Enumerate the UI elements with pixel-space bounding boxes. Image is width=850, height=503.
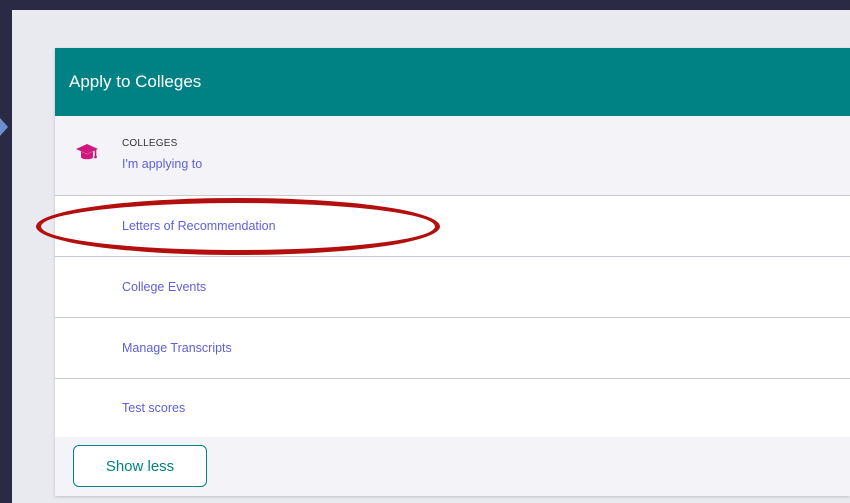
expand-arrow-icon[interactable]	[0, 118, 8, 136]
colleges-label: COLLEGES	[122, 138, 178, 149]
test-scores-link[interactable]: Test scores	[122, 401, 185, 415]
college-events-link[interactable]: College Events	[122, 280, 206, 294]
manage-transcripts-link[interactable]: Manage Transcripts	[122, 341, 232, 355]
card-footer: Show less	[55, 437, 850, 495]
graduation-cap-icon	[76, 144, 98, 160]
colleges-row: COLLEGES I'm applying to	[55, 116, 850, 196]
card-title: Apply to Colleges	[69, 72, 202, 91]
link-row-manage-transcripts[interactable]: Manage Transcripts	[55, 318, 850, 379]
link-row-letters-of-recommendation[interactable]: Letters of Recommendation	[55, 196, 850, 257]
link-row-test-scores[interactable]: Test scores	[55, 379, 850, 437]
im-applying-to-link[interactable]: I'm applying to	[122, 157, 202, 171]
card-header: Apply to Colleges	[55, 48, 850, 116]
letters-of-recommendation-link[interactable]: Letters of Recommendation	[122, 219, 276, 233]
show-less-button[interactable]: Show less	[73, 445, 207, 487]
apply-to-colleges-card: Apply to Colleges COLLEGES I'm applying …	[55, 48, 850, 496]
link-row-college-events[interactable]: College Events	[55, 257, 850, 318]
